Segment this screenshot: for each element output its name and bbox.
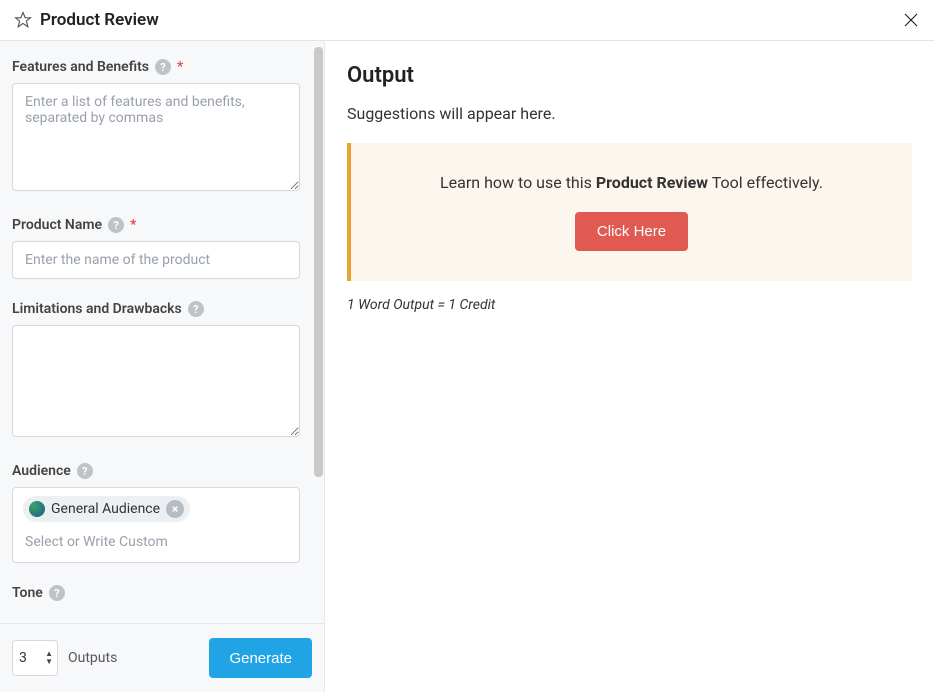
limitations-textarea[interactable] [12, 325, 300, 437]
globe-icon [29, 501, 45, 517]
audience-label: Audience [12, 463, 71, 479]
click-here-button[interactable]: Click Here [575, 212, 688, 251]
audience-field: Audience ? General Audience × Select or … [12, 463, 312, 563]
features-textarea[interactable] [12, 83, 300, 191]
features-label-row: Features and Benefits ? * [12, 59, 300, 75]
help-icon[interactable]: ? [49, 585, 65, 601]
generate-button[interactable]: Generate [209, 638, 312, 678]
tip-text: Learn how to use this Product Review Too… [371, 173, 892, 192]
stepper-controls: ▲ ▼ [45, 641, 53, 675]
tip-box: Learn how to use this Product Review Too… [347, 143, 912, 281]
page-title: Product Review [40, 10, 159, 30]
tone-field: Tone ? [12, 585, 312, 601]
product-name-label: Product Name [12, 217, 102, 233]
product-name-label-row: Product Name ? * [12, 217, 300, 233]
product-name-field: Product Name ? * [12, 217, 312, 279]
audience-input[interactable]: General Audience × Select or Write Custo… [12, 487, 300, 563]
limitations-label-row: Limitations and Drawbacks ? [12, 301, 300, 317]
features-field: Features and Benefits ? * [12, 59, 312, 195]
outputs-stepper[interactable]: 3 ▲ ▼ [12, 640, 58, 676]
help-icon[interactable]: ? [108, 217, 124, 233]
outputs-label: Outputs [68, 650, 117, 666]
star-icon[interactable] [14, 11, 32, 29]
outputs-wrap: 3 ▲ ▼ Outputs [12, 640, 117, 676]
help-icon[interactable]: ? [77, 463, 93, 479]
bottom-bar: 3 ▲ ▼ Outputs Generate [0, 623, 324, 692]
tip-after: Tool effectively. [708, 173, 823, 192]
tone-label-row: Tone ? [12, 585, 300, 601]
tip-bold: Product Review [596, 173, 708, 192]
scrollbar-thumb[interactable] [314, 47, 323, 477]
header-left: Product Review [14, 10, 159, 30]
stepper-down-icon[interactable]: ▼ [45, 658, 53, 666]
help-icon[interactable]: ? [155, 59, 171, 75]
main: Features and Benefits ? * Product Name ?… [0, 41, 934, 692]
tone-label: Tone [12, 585, 43, 601]
tip-before: Learn how to use this [440, 173, 596, 192]
header: Product Review [0, 0, 934, 41]
audience-chip-label: General Audience [51, 501, 160, 517]
outputs-value: 3 [19, 650, 27, 666]
limitations-field: Limitations and Drawbacks ? [12, 301, 312, 441]
help-icon[interactable]: ? [188, 301, 204, 317]
limitations-label: Limitations and Drawbacks [12, 301, 182, 317]
audience-chip: General Audience × [23, 496, 190, 522]
audience-placeholder: Select or Write Custom [23, 530, 289, 550]
features-label: Features and Benefits [12, 59, 149, 75]
required-marker: * [177, 59, 183, 75]
credit-note: 1 Word Output = 1 Credit [347, 297, 912, 313]
close-icon[interactable] [902, 11, 920, 29]
audience-label-row: Audience ? [12, 463, 300, 479]
form-scroll: Features and Benefits ? * Product Name ?… [0, 41, 324, 623]
output-title: Output [347, 63, 912, 88]
required-marker: * [130, 217, 136, 233]
right-panel: Output Suggestions will appear here. Lea… [325, 41, 934, 692]
product-name-input[interactable] [12, 241, 300, 279]
left-panel: Features and Benefits ? * Product Name ?… [0, 41, 325, 692]
chip-remove-icon[interactable]: × [166, 500, 184, 518]
output-subtitle: Suggestions will appear here. [347, 104, 912, 123]
